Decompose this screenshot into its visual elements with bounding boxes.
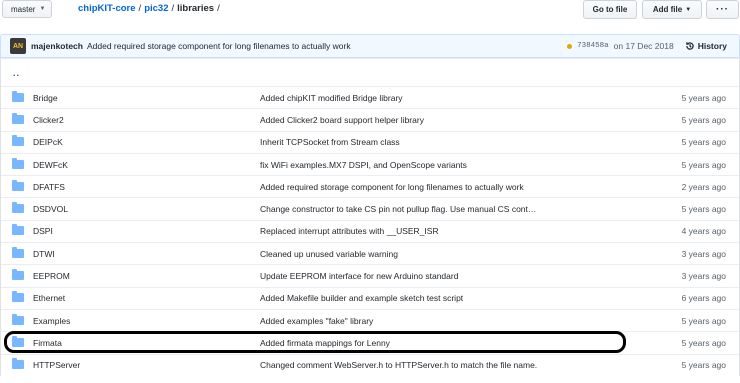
folder-icon [12, 202, 24, 214]
folder-icon [12, 224, 24, 236]
file-name-link[interactable]: Ethernet [33, 293, 65, 303]
file-row[interactable]: DSDVOL Change constructor to take CS pin … [1, 197, 739, 219]
file-age: 2 years ago [681, 181, 726, 192]
chevron-down-icon: ▼ [39, 6, 46, 12]
file-commit-message[interactable]: Added chipKIT modified Bridge library [260, 93, 403, 103]
branch-selector[interactable]: master ▼ [2, 0, 53, 18]
add-file-label: Add file [652, 5, 683, 14]
breadcrumb-folder-link[interactable]: pic32 [144, 3, 168, 14]
file-age: 5 years ago [681, 337, 726, 348]
folder-icon [12, 246, 24, 258]
file-name-link[interactable]: DSDVOL [33, 204, 68, 214]
folder-icon [12, 335, 24, 347]
file-age: 3 years ago [681, 248, 726, 259]
top-bar: master ▼ chipKIT-core / pic32 / librarie… [0, 0, 740, 22]
file-row[interactable]: HTTPServer Changed comment WebServer.h to… [1, 353, 739, 376]
file-age: 5 years ago [681, 137, 726, 148]
file-row[interactable]: EEPROM Update EEPROM interface for new Ar… [1, 264, 739, 286]
folder-icon [12, 112, 24, 124]
file-commit-message[interactable]: Added Makefile builder and example sketc… [260, 293, 463, 303]
file-commit-message[interactable]: Update EEPROM interface for new Arduino … [260, 271, 458, 281]
folder-icon [12, 90, 24, 102]
file-name-link[interactable]: DEWFcK [33, 160, 68, 170]
file-age: 5 years ago [681, 92, 726, 103]
commit-sha[interactable]: 738458a [577, 42, 609, 50]
file-commit-message[interactable]: Cleaned up unused variable warning [260, 249, 398, 259]
go-to-file-label: Go to file [592, 5, 628, 14]
history-label: History [697, 41, 727, 51]
file-name-link[interactable]: DTWI [33, 249, 55, 259]
file-age: 5 years ago [681, 204, 726, 215]
add-file-button[interactable]: Add file ▼ [642, 0, 702, 19]
history-link[interactable]: History [685, 41, 727, 51]
file-name-link[interactable]: Bridge [33, 93, 58, 103]
folder-icon [12, 179, 24, 191]
file-commit-message[interactable]: Replaced interrupt attributes with __USE… [260, 226, 439, 236]
breadcrumb-current: libraries [177, 3, 215, 14]
file-commit-message[interactable]: Changed comment WebServer.h to HTTPServe… [260, 360, 537, 370]
commit-date: on 17 Dec 2018 [613, 41, 674, 51]
folder-icon [12, 269, 24, 281]
file-name-link[interactable]: EEPROM [33, 271, 70, 281]
file-age: 3 years ago [681, 271, 726, 282]
breadcrumb-repo-link[interactable]: chipKIT-core [78, 3, 136, 14]
avatar-text: AN [12, 42, 24, 50]
breadcrumb-separator: / [171, 3, 175, 14]
file-row[interactable]: Bridge Added chipKIT modified Bridge libr… [1, 86, 739, 108]
file-commit-message[interactable]: Added required storage component for lon… [260, 182, 524, 192]
file-name-link[interactable]: HTTPServer [33, 360, 80, 370]
file-commit-message[interactable]: Change constructor to take CS pin not pu… [260, 204, 536, 214]
breadcrumb-separator: / [217, 3, 220, 14]
file-row[interactable]: Ethernet Added Makefile builder and examp… [1, 286, 739, 309]
file-row[interactable]: DSPI Replaced interrupt attributes with _… [1, 219, 739, 242]
file-list: .. Bridge Added chipKIT modified Bridge l… [0, 58, 740, 376]
status-dot-icon[interactable] [567, 43, 573, 49]
branch-label: master [11, 4, 36, 14]
file-name-link[interactable]: DFATFS [33, 182, 65, 192]
folder-icon [12, 157, 24, 169]
file-commit-message[interactable]: Added firmata mappings for Lenny [260, 338, 390, 348]
file-age: 5 years ago [681, 159, 726, 170]
parent-directory-link[interactable]: .. [13, 68, 20, 78]
file-row[interactable]: DEIPcK Inherit TCPSocket from Stream clas… [1, 130, 739, 153]
commit-message[interactable]: Added required storage component for lon… [87, 41, 351, 51]
file-commit-message[interactable]: fix WiFi examples.MX7 DSPI, and OpenScop… [260, 160, 467, 170]
file-commit-message[interactable]: Inherit TCPSocket from Stream class [260, 137, 400, 147]
file-age: 5 years ago [681, 360, 726, 371]
file-row[interactable]: Firmata Added firmata mappings for Lenny 5… [1, 331, 739, 353]
folder-icon [12, 358, 24, 370]
commit-author[interactable]: majenkotech [31, 41, 83, 51]
file-age: 5 years ago [681, 114, 726, 125]
file-age: 4 years ago [681, 226, 726, 237]
file-name-link[interactable]: Examples [33, 316, 70, 326]
file-commit-message[interactable]: Added Clicker2 board support helper libr… [260, 115, 424, 125]
folder-icon [12, 313, 24, 325]
file-row[interactable]: DTWI Cleaned up unused variable warning 3 … [1, 242, 739, 264]
file-commit-message[interactable]: Added examples "fake" library [260, 316, 373, 326]
file-name-link[interactable]: Clicker2 [33, 115, 64, 125]
file-row[interactable]: DEWFcK fix WiFi examples.MX7 DSPI, and Op… [1, 152, 739, 175]
file-age: 5 years ago [681, 315, 726, 326]
file-age: 6 years ago [681, 293, 726, 304]
avatar[interactable]: AN [10, 38, 26, 54]
file-name-link[interactable]: DEIPcK [33, 137, 63, 147]
folder-icon [12, 135, 24, 147]
history-icon [685, 42, 694, 50]
go-to-file-button[interactable]: Go to file [583, 0, 637, 19]
commit-meta: 738458a on 17 Dec 2018 History [567, 35, 727, 57]
kebab-icon: ··· [716, 4, 729, 15]
latest-commit-bar: AN majenkotech Added required storage co… [0, 34, 740, 58]
file-row[interactable]: Examples Added examples "fake" library 5 y… [1, 308, 739, 331]
file-name-link[interactable]: DSPI [33, 226, 53, 236]
file-row[interactable]: Clicker2 Added Clicker2 board support hel… [1, 108, 739, 130]
file-row[interactable]: DFATFS Added required storage component f… [1, 175, 739, 197]
breadcrumb: chipKIT-core / pic32 / libraries / [78, 3, 220, 14]
more-options-button[interactable]: ··· [706, 0, 739, 19]
file-name-link[interactable]: Firmata [33, 338, 62, 348]
breadcrumb-separator: / [138, 3, 142, 14]
folder-icon [12, 291, 24, 303]
parent-directory-row[interactable]: .. [1, 58, 739, 86]
chevron-down-icon: ▼ [685, 6, 692, 13]
